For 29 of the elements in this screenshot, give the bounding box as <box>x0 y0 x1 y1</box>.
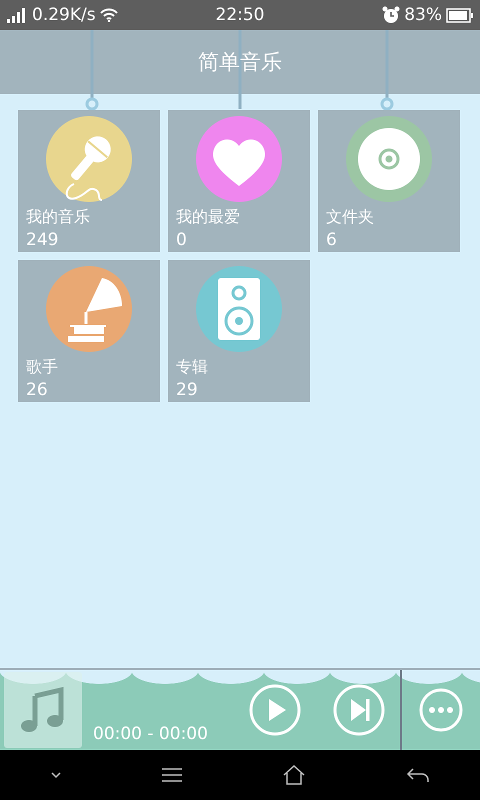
tile-count: 249 <box>26 229 58 252</box>
signal-icon <box>6 7 28 23</box>
battery-percent: 83% <box>404 5 442 25</box>
category-tile[interactable]: 我的音乐 249 <box>18 110 160 252</box>
tile-count: 26 <box>26 379 48 402</box>
menu-button[interactable] <box>160 767 182 783</box>
tile-label: 歌手 <box>26 356 58 378</box>
category-tile[interactable]: 专辑 29 <box>168 260 310 402</box>
playback-time: 00:00 - 00:00 <box>92 724 208 746</box>
collapse-button[interactable] <box>50 771 62 779</box>
next-track-button[interactable] <box>332 683 386 737</box>
back-button[interactable] <box>404 766 430 784</box>
tile-label: 文件夹 <box>326 206 374 228</box>
tile-label: 我的最爱 <box>176 206 240 228</box>
category-tile[interactable]: 歌手 26 <box>18 260 160 402</box>
category-tile[interactable]: 我的最爱 0 <box>168 110 310 252</box>
home-button[interactable] <box>282 764 306 786</box>
network-speed: 0.29K/s <box>32 5 96 25</box>
tile-count: 0 <box>176 229 187 252</box>
tile-count: 6 <box>326 229 337 252</box>
alarm-clock-icon <box>382 6 400 24</box>
tile-label: 专辑 <box>176 356 208 378</box>
tile-label: 我的音乐 <box>26 206 90 228</box>
wifi-icon <box>100 8 118 22</box>
battery-icon <box>446 8 474 22</box>
tile-count: 29 <box>176 379 198 402</box>
category-tile[interactable]: 文件夹 6 <box>318 110 460 252</box>
clock: 22:50 <box>214 5 266 25</box>
app-title: 简单音乐 <box>198 49 282 76</box>
